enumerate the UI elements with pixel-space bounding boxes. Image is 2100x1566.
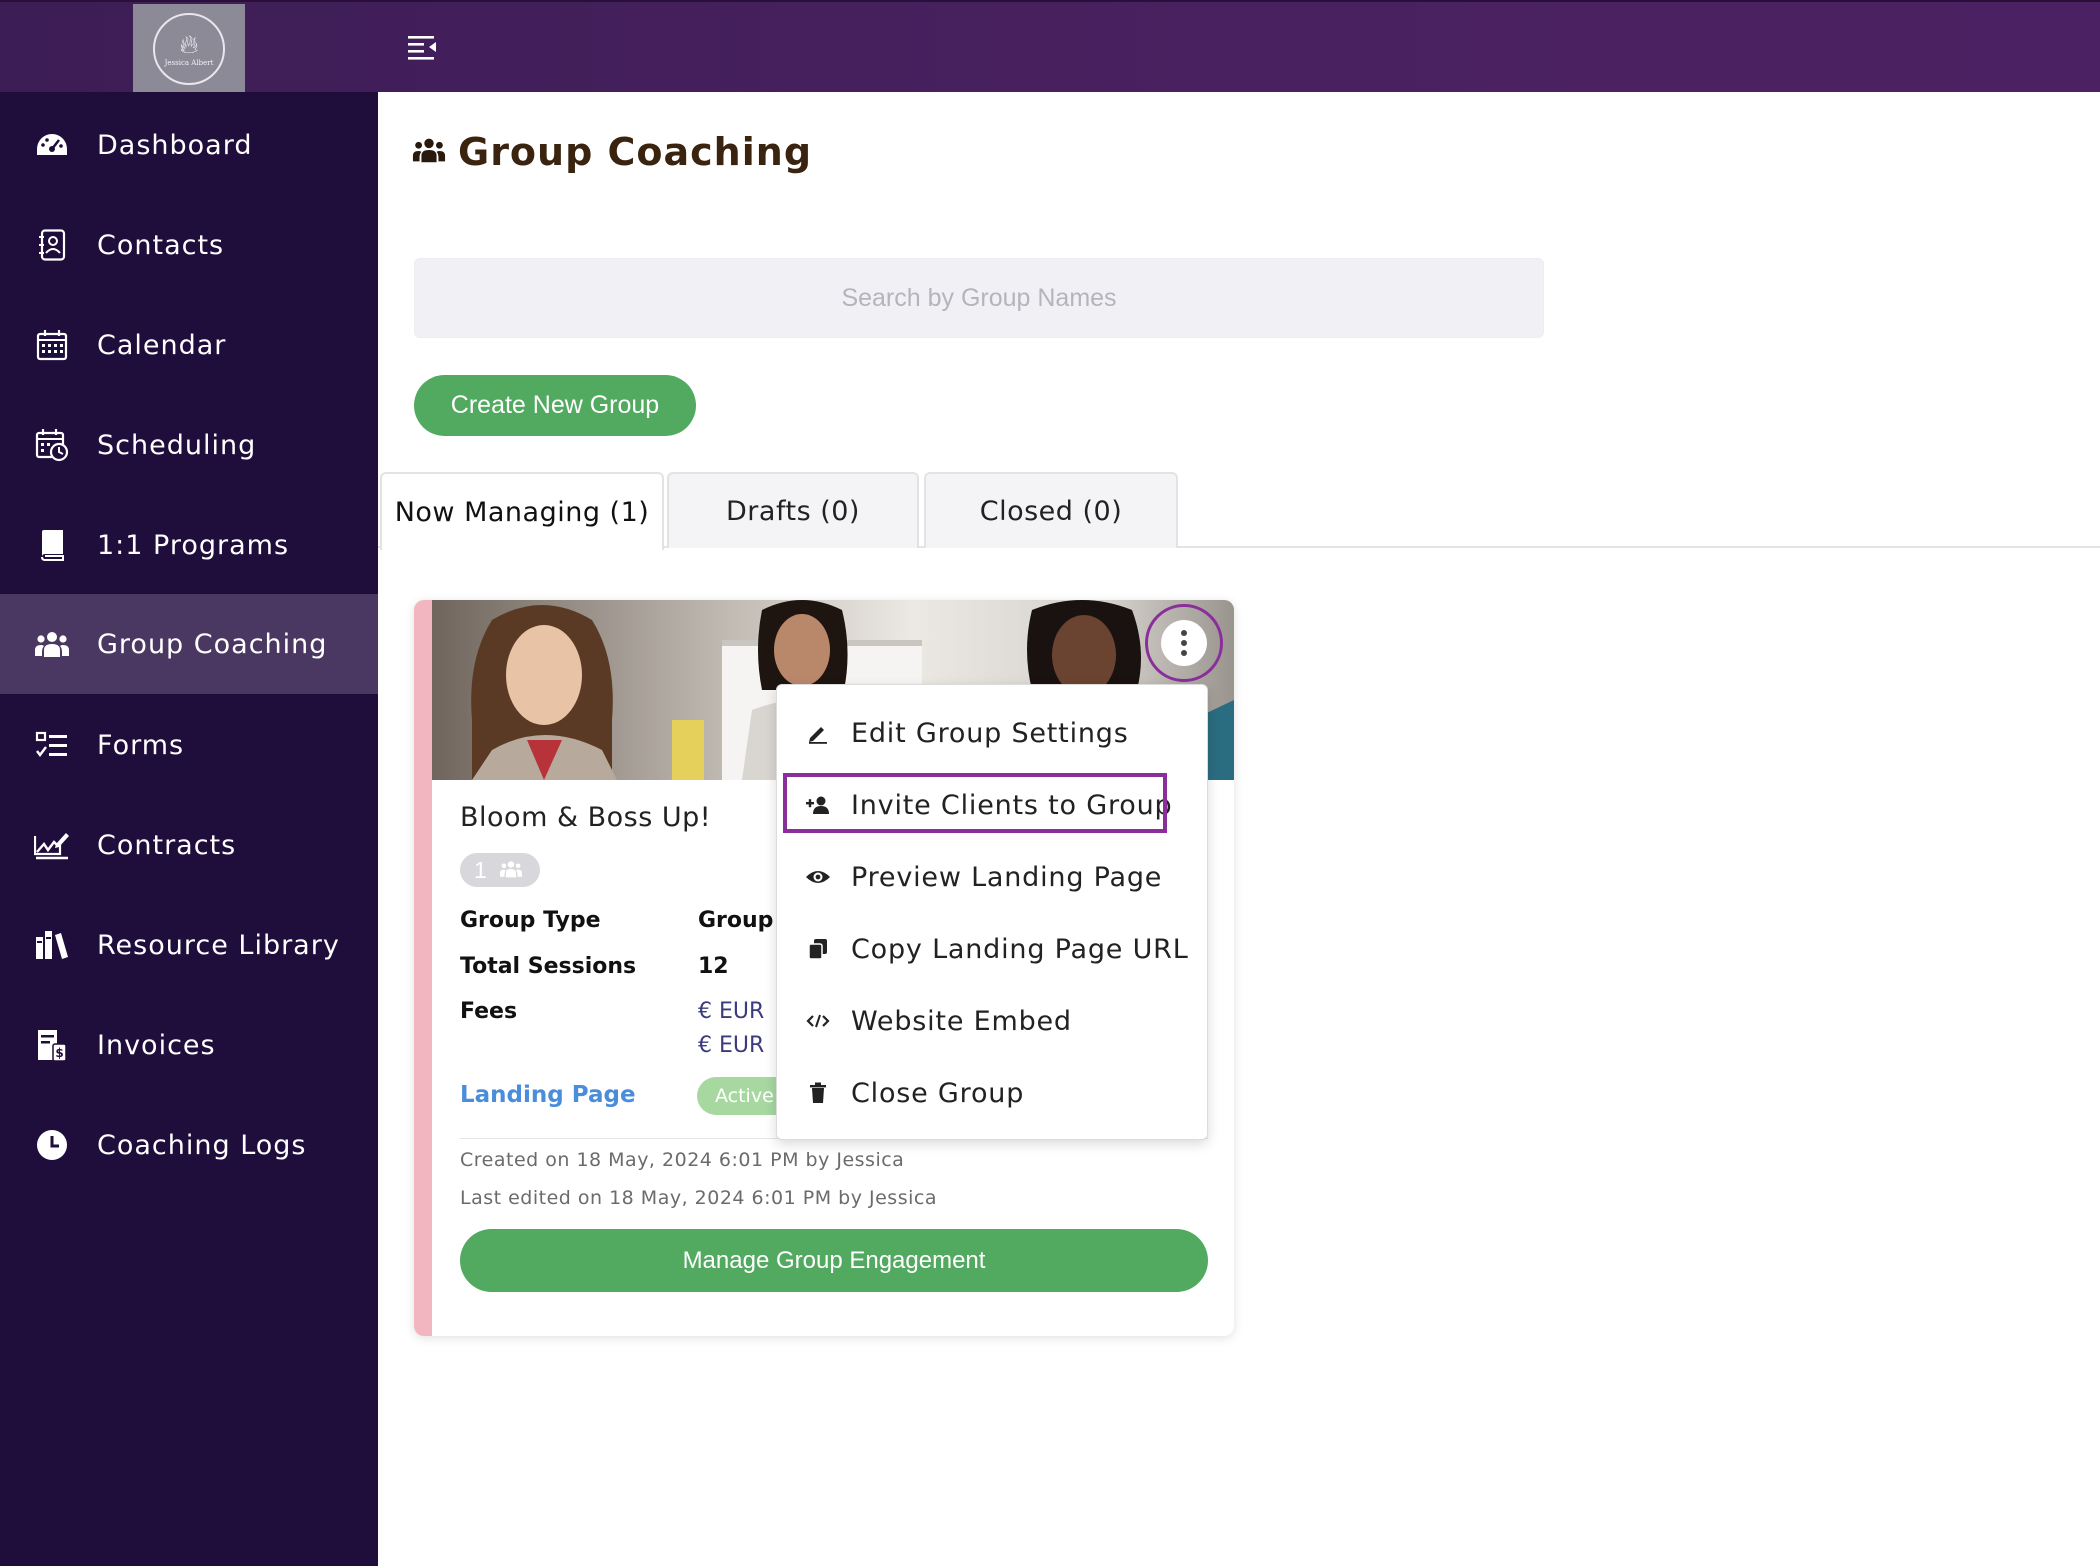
users-icon [34, 626, 70, 662]
svg-text:$: $ [55, 1046, 63, 1060]
menu-item-label: Invite Clients to Group [851, 789, 1173, 821]
total-sessions-label: Total Sessions [460, 954, 637, 979]
sidebar-item-forms[interactable]: Forms [0, 695, 378, 795]
tab-closed[interactable]: Closed (0) [924, 472, 1178, 548]
menu-item-edit-settings[interactable]: Edit Group Settings [777, 703, 1207, 763]
edited-info: Last edited on 18 May, 2024 6:01 PM by J… [460, 1187, 937, 1209]
menu-collapse-icon[interactable] [406, 32, 442, 62]
kebab-icon [1161, 620, 1207, 666]
manage-engagement-button[interactable]: Manage Group Engagement [460, 1229, 1208, 1292]
code-icon [805, 1008, 831, 1034]
menu-item-label: Edit Group Settings [851, 717, 1129, 749]
menu-item-label: Close Group [851, 1077, 1025, 1109]
clock-icon [34, 1127, 70, 1163]
more-options-button[interactable] [1145, 604, 1223, 682]
user-plus-icon [805, 792, 831, 818]
member-count: 1 [474, 856, 487, 883]
sidebar-item-label: Dashboard [97, 129, 253, 161]
created-info: Created on 18 May, 2024 6:01 PM by Jessi… [460, 1149, 905, 1171]
menu-item-website-embed[interactable]: Website Embed [777, 991, 1207, 1051]
sidebar-item-label: Contracts [97, 829, 237, 861]
copy-icon [805, 936, 831, 962]
calendar-icon [34, 327, 70, 363]
menu-item-preview-landing[interactable]: Preview Landing Page [777, 847, 1207, 907]
signature-icon [34, 827, 70, 863]
sidebar-item-label: Resource Library [97, 929, 340, 961]
menu-item-close-group[interactable]: Close Group [777, 1063, 1207, 1123]
address-book-icon [34, 227, 70, 263]
group-name: Bloom & Boss Up! [460, 802, 712, 833]
total-sessions-value: 12 [698, 954, 729, 979]
menu-item-invite-clients[interactable]: Invite Clients to Group [777, 775, 1207, 835]
fees-label: Fees [460, 999, 518, 1024]
pencil-icon [805, 720, 831, 746]
tab-now-managing[interactable]: Now Managing (1) [380, 472, 664, 550]
logo-emblem: 🔥︎ Jessica Albert [153, 13, 225, 85]
sidebar-item-dashboard[interactable]: Dashboard [0, 95, 378, 195]
library-icon [34, 927, 70, 963]
invoice-icon: $ [34, 1027, 70, 1063]
sidebar-item-group-coaching[interactable]: Group Coaching [0, 594, 378, 694]
card-accent-stripe [414, 600, 432, 1336]
tab-drafts[interactable]: Drafts (0) [667, 472, 919, 548]
eye-icon [805, 864, 831, 890]
sidebar-item-label: Coaching Logs [97, 1129, 307, 1161]
users-icon [412, 136, 446, 169]
sidebar-item-contacts[interactable]: Contacts [0, 195, 378, 295]
sidebar-item-scheduling[interactable]: Scheduling [0, 395, 378, 495]
group-actions-menu: Edit Group Settings Invite Clients to Gr… [776, 684, 1208, 1140]
sidebar-item-label: Scheduling [97, 429, 257, 461]
menu-item-copy-url[interactable]: Copy Landing Page URL [777, 919, 1207, 979]
landing-page-link[interactable]: Landing Page [460, 1082, 636, 1108]
sidebar-item-label: Contacts [97, 229, 225, 261]
sidebar-item-invoices[interactable]: $ Invoices [0, 995, 378, 1095]
sidebar-item-label: 1:1 Programs [97, 529, 290, 561]
sidebar-item-contracts[interactable]: Contracts [0, 795, 378, 895]
dashboard-gauge-icon [34, 127, 70, 163]
search-input[interactable] [414, 258, 1544, 338]
sidebar-item-calendar[interactable]: Calendar [0, 295, 378, 395]
group-type-label: Group Type [460, 908, 601, 933]
fee-value: € EUR [698, 1033, 765, 1058]
users-icon [499, 857, 523, 884]
page-header: Group Coaching [412, 130, 812, 174]
logo-text: Jessica Albert [164, 59, 214, 67]
create-group-button[interactable]: Create New Group [414, 375, 696, 436]
sidebar: Dashboard Contacts Calendar Scheduling 1… [0, 92, 378, 1566]
top-bar: 🔥︎ Jessica Albert [0, 0, 2100, 94]
menu-item-label: Preview Landing Page [851, 861, 1163, 893]
sidebar-item-coaching-logs[interactable]: Coaching Logs [0, 1095, 378, 1195]
fee-value: € EUR [698, 999, 765, 1024]
sidebar-item-label: Calendar [97, 329, 227, 361]
group-type-value: Group [698, 908, 774, 933]
menu-item-label: Copy Landing Page URL [851, 933, 1189, 965]
book-icon [34, 527, 70, 563]
trash-icon [805, 1080, 831, 1106]
sidebar-item-label: Group Coaching [97, 628, 328, 660]
brand-logo[interactable]: 🔥︎ Jessica Albert [133, 4, 245, 94]
sidebar-item-label: Forms [97, 729, 185, 761]
checklist-icon [34, 727, 70, 763]
sidebar-item-programs[interactable]: 1:1 Programs [0, 495, 378, 595]
sidebar-item-resource-library[interactable]: Resource Library [0, 895, 378, 995]
sidebar-item-label: Invoices [97, 1029, 216, 1061]
menu-item-label: Website Embed [851, 1005, 1072, 1037]
flame-icon: 🔥︎ [179, 29, 199, 59]
calendar-clock-icon [34, 427, 70, 463]
member-count-badge: 1 [460, 853, 540, 887]
page-title: Group Coaching [458, 130, 813, 174]
